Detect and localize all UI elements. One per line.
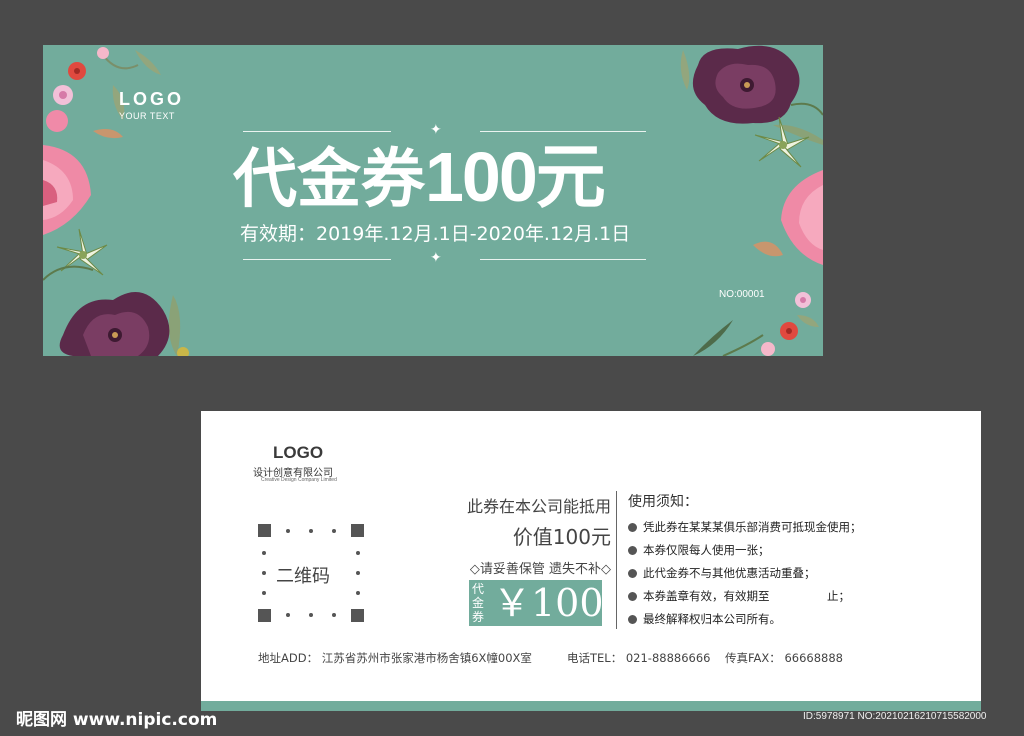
bullet-icon bbox=[628, 569, 637, 578]
voucher-title-text: 代金券 bbox=[233, 143, 425, 217]
phone: 电话TEL： 021-88886666 bbox=[567, 651, 711, 665]
vertical-divider bbox=[616, 491, 617, 629]
qr-dot bbox=[356, 591, 360, 595]
watermark-id: ID:5978971 NO:20210216210715582000 bbox=[803, 711, 987, 722]
coupon-vertical-label: 代金券 bbox=[471, 582, 484, 624]
rule-item: 此代金券不与其他优惠活动重叠； bbox=[628, 562, 862, 585]
qr-dot bbox=[332, 613, 336, 617]
qr-corner bbox=[351, 524, 364, 537]
qr-dot bbox=[262, 591, 266, 595]
back-bottom-band bbox=[201, 701, 981, 711]
coupon-amount: ￥100 bbox=[493, 581, 604, 625]
qr-dot bbox=[332, 529, 336, 533]
address: 地址ADD： 江苏省苏州市张家港市杨舍镇6X幢00X室 bbox=[258, 651, 532, 665]
qr-dot bbox=[286, 613, 290, 617]
qr-dot bbox=[286, 529, 290, 533]
redeem-info: 此券在本公司能抵用 价值100元 ◇请妥善保管 遗失不补◇ bbox=[441, 491, 611, 577]
qr-corner bbox=[258, 609, 271, 622]
voucher-back: LOGO 设计创意有限公司 Creative Design Company Li… bbox=[201, 411, 981, 711]
divider-bottom-left bbox=[243, 259, 391, 260]
coupon-value-badge: 代金券 ￥100 bbox=[469, 580, 604, 626]
rules-title: 使用须知： bbox=[628, 494, 698, 510]
front-logo-block: LOGO YOUR TEXT bbox=[119, 89, 184, 121]
qr-dot bbox=[262, 571, 266, 575]
validity-period: 有效期：2019年.12月.1日-2020年.12月.1日 bbox=[240, 223, 631, 245]
serial-number: NO:00001 bbox=[719, 289, 765, 300]
qr-dot bbox=[356, 571, 360, 575]
front-logo: LOGO bbox=[119, 89, 184, 109]
redeem-line-2: 价值100元 bbox=[512, 525, 611, 549]
floral-decoration-bottom-left bbox=[59, 292, 189, 356]
floral-decoration-bottom-right bbox=[693, 292, 819, 356]
company-name-english: Creative Design Company Limited bbox=[261, 477, 337, 483]
bullet-icon bbox=[628, 546, 637, 555]
bullet-icon bbox=[628, 615, 637, 624]
qr-dot bbox=[262, 551, 266, 555]
bullet-icon bbox=[628, 592, 637, 601]
qr-dot bbox=[356, 551, 360, 555]
floral-decoration-left bbox=[43, 145, 108, 281]
redeem-line-3: ◇请妥善保管 遗失不补◇ bbox=[469, 562, 611, 577]
redeem-line-1: 此券在本公司能抵用 bbox=[466, 497, 611, 516]
rule-item: 凭此券在某某某俱乐部消费可抵现金使用； bbox=[628, 516, 862, 539]
divider-top-left bbox=[243, 131, 391, 132]
qr-code-placeholder: 二维码 bbox=[258, 524, 364, 622]
voucher-front: LOGO YOUR TEXT ✦ 代金券100元 有效期：2019年.12月.1… bbox=[43, 45, 823, 356]
bullet-icon bbox=[628, 523, 637, 532]
floral-decoration-right bbox=[753, 116, 823, 265]
voucher-title: 代金券100元 bbox=[233, 138, 606, 217]
fax: 传真FAX： 66668888 bbox=[725, 651, 843, 665]
front-logo-subtext: YOUR TEXT bbox=[119, 111, 175, 121]
usage-rules: 使用须知： 凭此券在某某某俱乐部消费可抵现金使用； 本券仅限每人使用一张； 此代… bbox=[628, 491, 862, 631]
divider-bottom-right bbox=[480, 259, 646, 260]
rule-item: 本券仅限每人使用一张； bbox=[628, 539, 862, 562]
qr-label: 二维码 bbox=[276, 566, 330, 587]
star-icon-bottom: ✦ bbox=[430, 250, 442, 266]
qr-dot bbox=[309, 613, 313, 617]
rule-item: 最终解释权归本公司所有。 bbox=[628, 608, 862, 631]
rule-item: 本券盖章有效，有效期至 止； bbox=[628, 585, 862, 608]
qr-corner bbox=[351, 609, 364, 622]
divider-top-right bbox=[480, 131, 646, 132]
qr-corner bbox=[258, 524, 271, 537]
watermark-site: 昵图网 www.nipic.com bbox=[16, 710, 218, 730]
qr-dot bbox=[309, 529, 313, 533]
back-logo: LOGO bbox=[273, 443, 324, 462]
voucher-amount: 100元 bbox=[425, 138, 606, 216]
star-icon-top: ✦ bbox=[430, 122, 442, 138]
